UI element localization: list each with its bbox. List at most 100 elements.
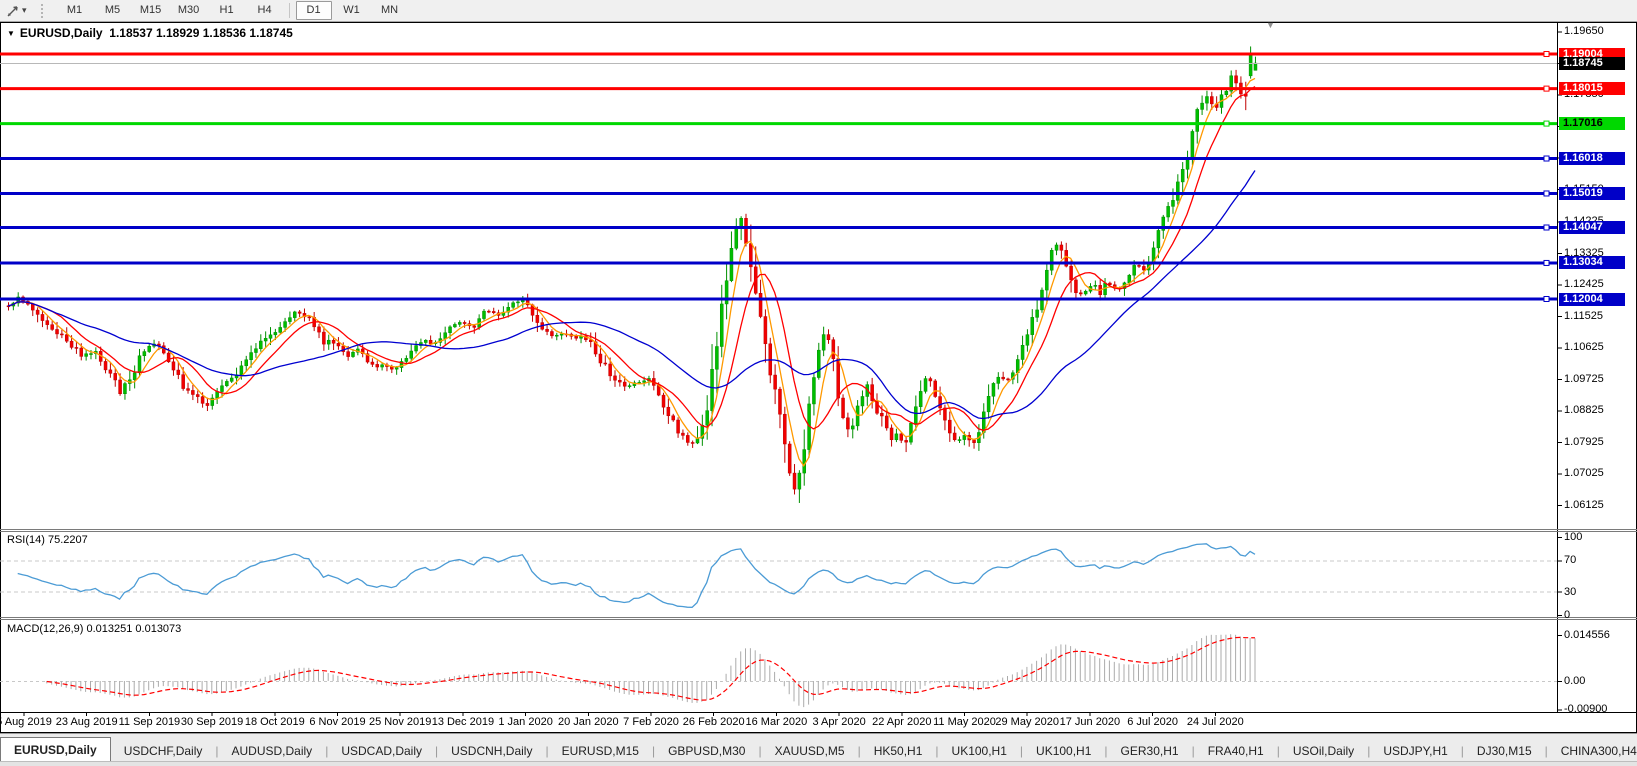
- date-tick-label: 5 Aug 2019: [0, 716, 52, 728]
- date-tick-label: 11 May 2020: [933, 716, 996, 728]
- date-tick-label: 1 Jan 2020: [498, 716, 552, 728]
- date-tick-label: 16 Mar 2020: [746, 716, 808, 728]
- candlestick-series: [7, 46, 1257, 503]
- hline-price-tag: 1.13034: [1559, 256, 1625, 269]
- rsi-indicator-label: RSI(14) 75.2207: [7, 534, 88, 546]
- tab-usdjpy-h1[interactable]: USDJPY,H1: [1370, 740, 1460, 762]
- macd-tick-label: 0.014556: [1564, 629, 1610, 641]
- date-tick-label: 20 Jan 2020: [558, 716, 619, 728]
- chart-title: ▼ EURUSD,Daily 1.18537 1.18929 1.18536 1.…: [7, 26, 293, 40]
- rsi-tick-label: 70: [1564, 554, 1576, 566]
- date-tick-label: 22 Apr 2020: [872, 716, 931, 728]
- hline-handle-1.15019[interactable]: [1544, 191, 1549, 196]
- price-tick-label: 1.19650: [1564, 25, 1604, 37]
- hline-handle-1.14047[interactable]: [1544, 225, 1549, 230]
- tab-fra40-h1[interactable]: FRA40,H1: [1195, 740, 1277, 762]
- price-tick-label: 1.07925: [1564, 436, 1604, 448]
- hline-price-tag: 1.16018: [1559, 152, 1625, 165]
- tab-usdcad-daily[interactable]: USDCAD,Daily: [328, 740, 435, 762]
- window-resize-strip: [0, 761, 1637, 766]
- rsi-tick-label: 30: [1564, 586, 1576, 598]
- trading-terminal-window: ▼ EURUSD,Daily 1.18537 1.18929 1.18536 1.…: [0, 0, 1637, 766]
- price-tick-label: 1.09725: [1564, 373, 1604, 385]
- chart-area: ▼ EURUSD,Daily 1.18537 1.18929 1.18536 1.…: [0, 0, 1637, 766]
- rsi-tick-label: 100: [1564, 531, 1582, 543]
- price-tick-label: 1.07025: [1564, 467, 1604, 479]
- tab-china300-h4[interactable]: CHINA300,H4: [1548, 740, 1637, 762]
- hline-handle-1.16018[interactable]: [1544, 156, 1549, 161]
- tab-xauusd-m5[interactable]: XAUUSD,M5: [762, 740, 858, 762]
- macd-tick-label: -0.00900: [1564, 703, 1607, 715]
- hline-handle-1.13034[interactable]: [1544, 260, 1549, 265]
- price-tick-label: 1.11525: [1564, 310, 1603, 322]
- hline-handle-1.12004[interactable]: [1544, 297, 1549, 302]
- tab-dj30-m15[interactable]: DJ30,M15: [1464, 740, 1545, 762]
- tab-gbpusd-m30[interactable]: GBPUSD,M30: [655, 740, 758, 762]
- date-tick-label: 6 Jul 2020: [1127, 716, 1178, 728]
- tab-eurusd-daily[interactable]: EURUSD,Daily: [0, 737, 111, 762]
- hline-price-tag: 1.15019: [1559, 187, 1625, 200]
- macd-indicator-label: MACD(12,26,9) 0.013251 0.013073: [7, 623, 181, 635]
- chart-cursor-icon[interactable]: [4, 3, 22, 19]
- tab-ger30-h1[interactable]: GER30,H1: [1108, 740, 1192, 762]
- hline-handle-1.17016[interactable]: [1544, 121, 1549, 126]
- timeframe-button-m5[interactable]: M5: [95, 1, 131, 20]
- price-tick-label: 1.08825: [1564, 404, 1604, 416]
- collapse-icon[interactable]: ▼: [7, 29, 15, 38]
- hline-handle-1.18015[interactable]: [1544, 86, 1549, 91]
- timeframe-button-h4[interactable]: H4: [247, 1, 283, 20]
- tab-audusd-daily[interactable]: AUDUSD,Daily: [219, 740, 326, 762]
- tab-usdchf-daily[interactable]: USDCHF,Daily: [111, 740, 216, 762]
- price-tick-label: 1.12425: [1564, 278, 1604, 290]
- macd-signal-line: [47, 637, 1255, 700]
- tab-uk100-h1[interactable]: UK100,H1: [939, 740, 1020, 762]
- date-tick-label: 30 Sep 2019: [181, 716, 243, 728]
- timeframe-button-mn[interactable]: MN: [372, 1, 408, 20]
- timeframe-button-m15[interactable]: M15: [133, 1, 169, 20]
- price-tick-label: 1.10625: [1564, 341, 1604, 353]
- chart-ohlc-values: 1.18537 1.18929 1.18536 1.18745: [109, 26, 293, 40]
- tab-hk50-h1[interactable]: HK50,H1: [861, 740, 936, 762]
- macd-histogram: [47, 634, 1255, 707]
- date-tick-label: 29 May 2020: [995, 716, 1059, 728]
- hline-handle-1.19004[interactable]: [1544, 52, 1549, 57]
- timeframe-button-h1[interactable]: H1: [209, 1, 245, 20]
- price-tick-label: 1.06125: [1564, 499, 1604, 511]
- date-tick-label: 24 Jul 2020: [1187, 716, 1244, 728]
- toolbar-separator: [289, 3, 290, 18]
- date-tick-label: 26 Feb 2020: [683, 716, 745, 728]
- hline-price-tag: 1.12004: [1559, 293, 1625, 306]
- ma-fast-line: [8, 78, 1255, 465]
- hline-price-tag: 1.17016: [1559, 117, 1625, 130]
- ma-slow-line: [8, 171, 1255, 419]
- tab-usdcnh-daily[interactable]: USDCNH,Daily: [438, 740, 545, 762]
- date-tick-label: 7 Feb 2020: [623, 716, 679, 728]
- timeframe-button-m30[interactable]: M30: [171, 1, 207, 20]
- toolbar-dropdown-icon[interactable]: ▾: [22, 5, 27, 16]
- tab-usoil-daily[interactable]: USOil,Daily: [1280, 740, 1367, 762]
- symbol-tab-bar: EURUSD,DailyUSDCHF,Daily|AUDUSD,Daily|US…: [0, 733, 1637, 762]
- timeframe-button-w1[interactable]: W1: [334, 1, 370, 20]
- date-tick-label: 13 Dec 2019: [432, 716, 494, 728]
- date-tick-label: 6 Nov 2019: [309, 716, 365, 728]
- timeframe-buttons: M1M5M15M30H1H4 D1W1MN: [56, 1, 409, 20]
- toolbar: ▾ M1M5M15M30H1H4 D1W1MN: [0, 0, 1637, 22]
- current-price-tag: 1.18745: [1559, 57, 1625, 70]
- toolbar-grip[interactable]: [41, 4, 46, 18]
- date-tick-label: 17 Jun 2020: [1060, 716, 1121, 728]
- date-tick-label: 23 Aug 2019: [56, 716, 118, 728]
- date-tick-label: 11 Sep 2019: [119, 716, 181, 728]
- timeframe-button-m1[interactable]: M1: [57, 1, 93, 20]
- hline-price-tag: 1.14047: [1559, 221, 1625, 234]
- tab-uk100-h1[interactable]: UK100,H1: [1023, 740, 1104, 762]
- timeframe-button-d1[interactable]: D1: [296, 1, 332, 20]
- tab-eurusd-m15[interactable]: EURUSD,M15: [549, 740, 652, 762]
- date-tick-label: 25 Nov 2019: [369, 716, 431, 728]
- date-tick-label: 18 Oct 2019: [245, 716, 305, 728]
- macd-tick-label: 0.00: [1564, 675, 1585, 687]
- chart-canvas[interactable]: [0, 0, 1637, 766]
- chart-symbol-timeframe: EURUSD,Daily: [20, 26, 103, 40]
- rsi-tick-label: 0: [1564, 609, 1570, 621]
- date-tick-label: 3 Apr 2020: [812, 716, 865, 728]
- hline-price-tag: 1.18015: [1559, 82, 1625, 95]
